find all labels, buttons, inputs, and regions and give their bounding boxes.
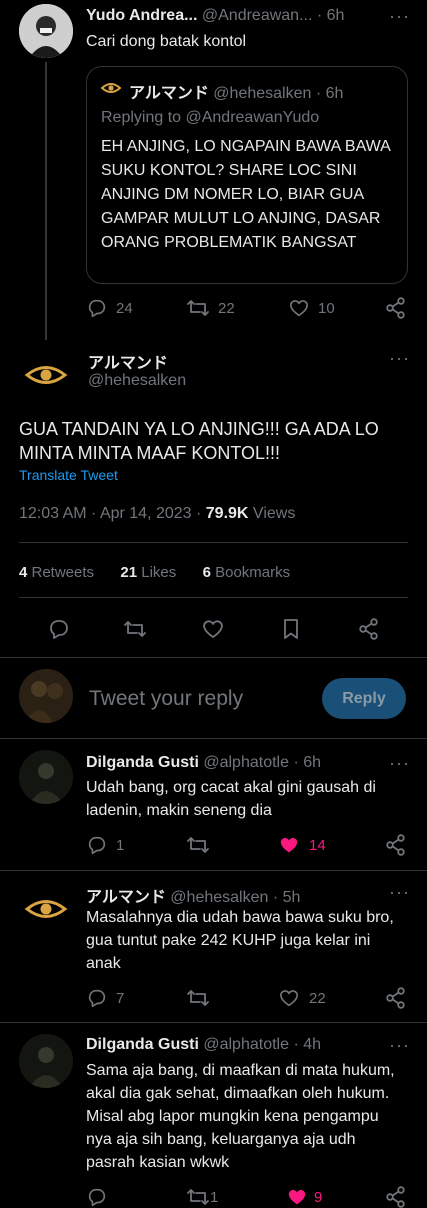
- share-icon[interactable]: [386, 297, 406, 319]
- reply1-actions: 1 14: [86, 834, 406, 856]
- divider: [0, 1022, 427, 1023]
- reply-icon[interactable]: [86, 297, 108, 319]
- retweet-icon[interactable]: [186, 987, 210, 1009]
- retweet-icon[interactable]: [186, 834, 210, 856]
- like-count: 10: [318, 300, 335, 317]
- quote-header: アルマンド @hehesalken · 6h: [129, 79, 343, 103]
- like-icon[interactable]: [278, 987, 300, 1009]
- main-author-handle[interactable]: @hehesalken: [88, 372, 186, 390]
- retweet-icon[interactable]: [186, 1186, 210, 1208]
- composer-avatar: [19, 669, 73, 723]
- share-icon[interactable]: [386, 987, 406, 1009]
- avatar-dilganda[interactable]: [19, 1034, 73, 1088]
- more-options-icon[interactable]: ···: [389, 753, 410, 774]
- views-count: 79.9K: [205, 505, 249, 522]
- thread-line: [45, 62, 47, 340]
- more-options-icon[interactable]: ···: [389, 882, 410, 903]
- timestamp[interactable]: · 6h: [317, 7, 345, 24]
- retweets-stat-label: Retweets: [27, 564, 95, 581]
- bookmarks-stat-label: Bookmarks: [210, 564, 291, 581]
- liked-heart-icon[interactable]: [286, 1186, 308, 1208]
- retweet-count: 1: [210, 1189, 219, 1206]
- divider: [19, 597, 408, 598]
- quote-author-name: アルマンド: [129, 85, 209, 102]
- avatar-yudo[interactable]: [19, 4, 73, 58]
- likes-stat-label: Likes: [137, 564, 177, 581]
- translate-tweet-link[interactable]: Translate Tweet: [19, 467, 118, 483]
- reply-icon[interactable]: [47, 617, 71, 641]
- retweet-icon[interactable]: [123, 618, 147, 640]
- like-icon[interactable]: [201, 617, 225, 641]
- quote-author-handle: @hehesalken · 6h: [213, 85, 344, 102]
- divider: [0, 870, 427, 871]
- more-options-icon[interactable]: ···: [389, 6, 410, 27]
- bookmarks-stat-count: 6: [202, 564, 211, 581]
- replying-to: Replying to @AndreawanYudo: [101, 109, 320, 126]
- quoted-tweet-card[interactable]: アルマンド @hehesalken · 6h Replying to @Andr…: [86, 66, 408, 284]
- reply1-text: Udah bang, org cacat akal gini gausah di…: [86, 779, 376, 819]
- reply2-actions: 7 22: [86, 987, 406, 1009]
- share-icon[interactable]: [359, 618, 379, 640]
- reply-count: 24: [116, 300, 133, 317]
- author-handle[interactable]: @alphatotle: [203, 1036, 289, 1053]
- reply2-text: Masalahnya dia udah bawa bawa suku bro, …: [86, 909, 394, 972]
- main-timestamp[interactable]: 12:03 AM · Apr 14, 2023 ·: [19, 505, 206, 522]
- divider: [0, 738, 427, 739]
- share-icon[interactable]: [386, 1186, 406, 1208]
- reply-count: 7: [116, 990, 125, 1007]
- tweet1-text: Cari dong batak kontol: [86, 33, 247, 50]
- avatar-hehesalken[interactable]: [19, 348, 73, 402]
- main-timestamp-row: 12:03 AM · Apr 14, 2023 · 79.9K Views: [19, 505, 295, 523]
- bookmarks-stat[interactable]: 6 Bookmarks: [203, 564, 291, 581]
- reply-icon[interactable]: [86, 834, 108, 856]
- quote-avatar: [100, 81, 122, 100]
- reply-button[interactable]: Reply: [322, 678, 406, 719]
- reply2-header: アルマンド @hehesalken · 5h: [86, 883, 300, 907]
- quote-text: EH ANJING, LO NGAPAIN BAWA BAWA SUKU KON…: [101, 138, 390, 251]
- main-tweet-text: GUA TANDAIN YA LO ANJING!!! GA ADA LO MI…: [19, 419, 379, 463]
- divider: [0, 657, 427, 658]
- main-author-name[interactable]: アルマンド: [88, 349, 168, 373]
- more-options-icon[interactable]: ···: [389, 1035, 410, 1056]
- author-name[interactable]: Yudo Andrea...: [86, 7, 197, 24]
- main-actions: [19, 617, 409, 641]
- tweet1-actions: 24 22 10: [86, 297, 406, 319]
- like-count: 9: [314, 1189, 323, 1206]
- reply-icon[interactable]: [86, 987, 108, 1009]
- tweet1-header: Yudo Andrea... @Andreawan... · 6h: [86, 7, 344, 25]
- liked-heart-icon[interactable]: [278, 834, 300, 856]
- retweet-count: 22: [218, 300, 235, 317]
- timestamp[interactable]: · 4h: [293, 1036, 321, 1053]
- author-name[interactable]: アルマンド: [86, 889, 166, 906]
- likes-stat[interactable]: 21 Likes: [120, 564, 176, 581]
- like-icon[interactable]: [288, 297, 310, 319]
- author-name[interactable]: Dilganda Gusti: [86, 754, 199, 771]
- timestamp[interactable]: · 6h: [293, 754, 321, 771]
- retweets-stat[interactable]: 4 Retweets: [19, 564, 94, 581]
- avatar-hehesalken[interactable]: [19, 882, 73, 936]
- avatar-dilganda[interactable]: [19, 750, 73, 804]
- reply3-text: Sama aja bang, di maafkan di mata hukum,…: [86, 1062, 395, 1171]
- views-label: Views: [248, 505, 296, 522]
- like-count: 14: [309, 837, 326, 854]
- reply1-header: Dilganda Gusti @alphatotle · 6h: [86, 754, 321, 772]
- author-handle[interactable]: @Andreawan...: [202, 7, 313, 24]
- like-count: 22: [309, 990, 326, 1007]
- timestamp[interactable]: · 5h: [273, 889, 301, 906]
- bookmark-icon[interactable]: [281, 617, 301, 641]
- engagement-row: 4 Retweets 21 Likes 6 Bookmarks: [19, 564, 290, 581]
- reply-icon[interactable]: [86, 1186, 108, 1208]
- reply3-header: Dilganda Gusti @alphatotle · 4h: [86, 1036, 321, 1054]
- likes-stat-count: 21: [120, 564, 138, 581]
- more-options-icon[interactable]: ···: [389, 348, 410, 369]
- share-icon[interactable]: [386, 834, 406, 856]
- retweet-icon[interactable]: [186, 297, 210, 319]
- reply-count: 1: [116, 837, 125, 854]
- reply3-actions: 1 9: [86, 1186, 406, 1208]
- reply-input[interactable]: Tweet your reply: [89, 687, 243, 711]
- author-name[interactable]: Dilganda Gusti: [86, 1036, 199, 1053]
- divider: [19, 542, 408, 543]
- author-handle[interactable]: @hehesalken: [170, 889, 268, 906]
- author-handle[interactable]: @alphatotle: [203, 754, 289, 771]
